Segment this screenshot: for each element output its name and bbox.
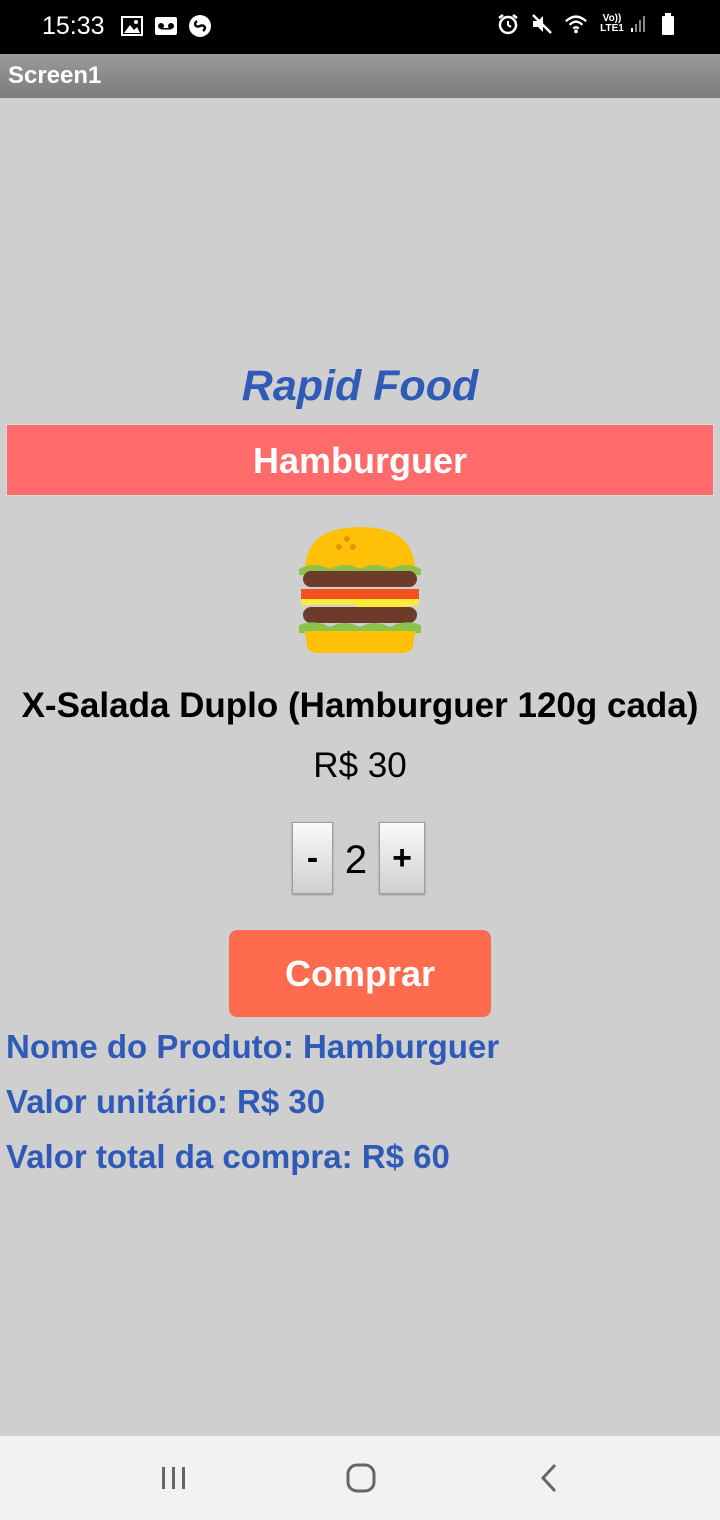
recents-icon[interactable] (152, 1456, 196, 1500)
status-right-icons: Vo)) LTE1 (496, 12, 680, 36)
category-banner: Hamburguer (6, 424, 714, 496)
back-icon[interactable] (527, 1456, 571, 1500)
summary-unit-price: Valor unitário: R$ 30 (6, 1083, 326, 1120)
image-icon (120, 14, 144, 38)
status-left-icons (120, 14, 212, 38)
mute-icon (530, 12, 554, 36)
increase-quantity-button[interactable]: + (379, 822, 425, 894)
shazam-icon (188, 14, 212, 38)
home-icon[interactable] (339, 1456, 383, 1500)
voicemail-icon (154, 14, 178, 38)
status-time: 15:33 (42, 12, 105, 40)
screen-title: Screen1 (8, 62, 102, 89)
app-bar: Screen1 (0, 54, 720, 98)
hamburger-icon (295, 525, 425, 655)
battery-icon (656, 12, 680, 36)
product-name: X-Salada Duplo (Hamburguer 120g cada) (21, 686, 699, 725)
decrease-quantity-button[interactable]: - (292, 822, 333, 894)
summary-product-name: Nome do Produto: Hamburguer (6, 1028, 500, 1065)
lte-label-bottom: LTE1 (600, 23, 624, 34)
alarm-icon (496, 12, 520, 36)
status-bar: 15:33 Vo)) LTE1 (0, 0, 720, 54)
quantity-value: 2 (344, 838, 368, 882)
brand-title: Rapid Food (241, 362, 479, 410)
navigation-bar (0, 1436, 720, 1520)
wifi-icon (564, 12, 588, 36)
product-price: R$ 30 (313, 746, 407, 785)
buy-button[interactable]: Comprar (229, 930, 491, 1017)
lte-signal-icon: Vo)) LTE1 (598, 14, 646, 34)
summary-total-price: Valor total da compra: R$ 60 (6, 1138, 450, 1175)
